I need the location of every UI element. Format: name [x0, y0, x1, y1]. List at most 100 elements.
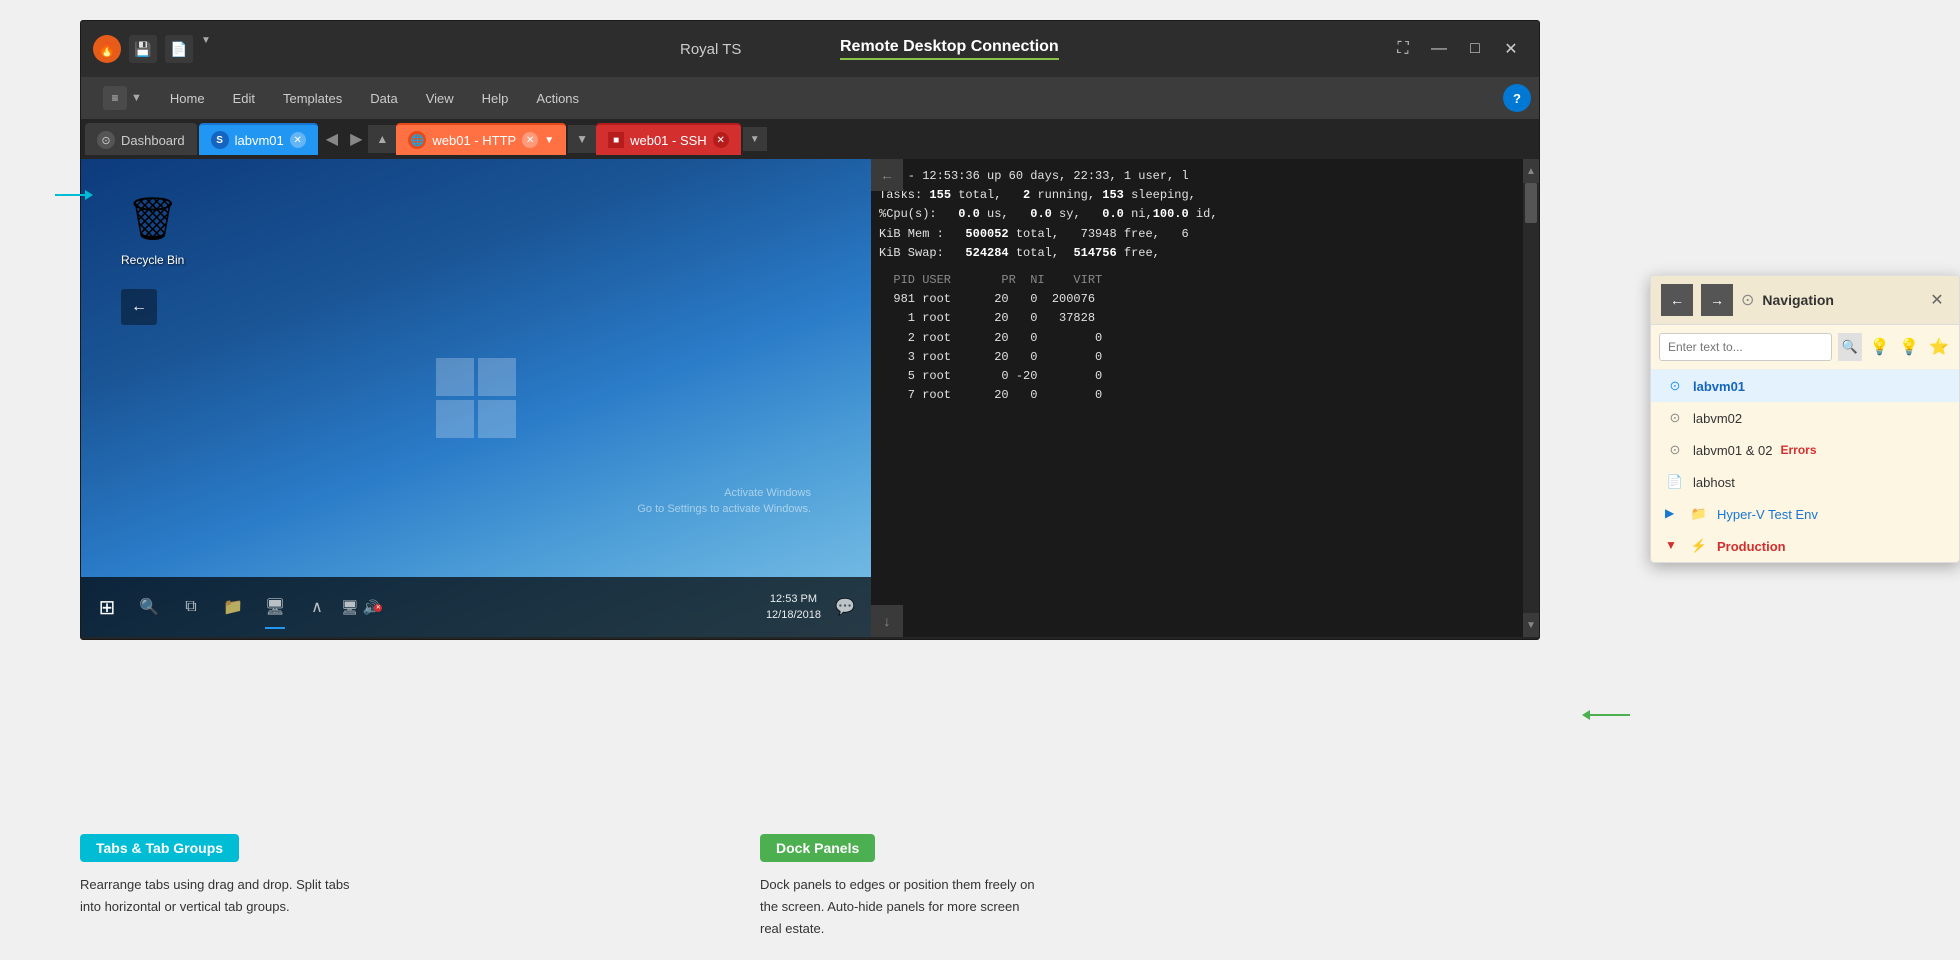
term-row-5: 5 root 0 -20 0	[879, 367, 1531, 386]
tab-web01-http-close[interactable]: ✕	[522, 132, 538, 148]
tab-web01-ssh-close[interactable]: ✕	[713, 132, 729, 148]
nav-item-production[interactable]: ▼ ⚡ Production	[1651, 530, 1959, 562]
nav-close-button[interactable]: ✕	[1925, 288, 1949, 312]
nav-item-labvm01[interactable]: ⊙ labvm01	[1651, 370, 1959, 402]
tabs-annotation-text: Rearrange tabs using drag and drop. Spli…	[80, 874, 360, 918]
tabs-annotation-tag: Tabs & Tab Groups	[80, 834, 239, 862]
tab-labvm01-label: labvm01	[235, 133, 284, 148]
nav-panel-header: ← → ⊙ Navigation ✕	[1651, 276, 1959, 325]
dock-annotation-arrow	[1582, 710, 1630, 720]
tab-labvm01-close[interactable]: ✕	[290, 132, 306, 148]
nav-bulb-off-button[interactable]: 💡	[1898, 333, 1922, 361]
back-button[interactable]: ←	[121, 289, 157, 325]
save-button[interactable]: 💾	[129, 35, 157, 63]
scroll-down-btn[interactable]: ▼	[568, 125, 596, 153]
close-button[interactable]: ✕	[1495, 35, 1527, 63]
menu-notebook-icon[interactable]: ≡ ▼	[89, 80, 156, 116]
dropdown-arrow[interactable]: ▼	[201, 35, 221, 63]
taskbar-task-view[interactable]: ⧉	[173, 589, 209, 625]
menu-data[interactable]: Data	[356, 85, 411, 112]
notification-center[interactable]: 💬	[827, 589, 863, 625]
nav-next-button[interactable]: →	[1701, 284, 1733, 316]
nav-search-input[interactable]	[1659, 333, 1832, 361]
nav-search-button[interactable]: 🔍	[1838, 333, 1862, 361]
taskbar-explorer[interactable]: 📁	[215, 589, 251, 625]
scroll-down-btn2[interactable]: ▼	[1523, 613, 1539, 637]
nav-item-labvm02[interactable]: ⊙ labvm02	[1651, 402, 1959, 434]
panel-nav-left[interactable]: ←	[871, 159, 903, 191]
menu-templates[interactable]: Templates	[269, 85, 356, 112]
recycle-bin[interactable]: 🗑 Recycle Bin	[121, 189, 184, 267]
scroll-up-btn[interactable]: ▲	[368, 125, 396, 153]
dashboard-icon: ⊙	[97, 131, 115, 149]
tabs-dropdown-btn[interactable]: ▼	[743, 127, 767, 151]
systray-network[interactable]: 🖥	[341, 599, 359, 616]
windows-logo-watermark	[436, 358, 516, 438]
app-icon: 🔥	[93, 35, 121, 63]
hyper-v-expand-icon: ▶	[1665, 506, 1681, 522]
tab-nav-prev[interactable]: ◀	[320, 129, 344, 149]
app-title: Royal TS	[680, 41, 741, 58]
dock-annotation-text: Dock panels to edges or position them fr…	[760, 874, 1040, 940]
recycle-bin-icon: 🗑	[123, 189, 183, 249]
menu-view[interactable]: View	[412, 85, 468, 112]
nav-item-labvm01-02[interactable]: ⊙ labvm01 & 02 Errors	[1651, 434, 1959, 466]
term-header-row: PID USER PR NI VIRT	[879, 271, 1531, 290]
scroll-track	[1523, 183, 1539, 613]
labvm01-icon: S	[211, 131, 229, 149]
scroll-up-btn[interactable]: ▲	[1523, 159, 1539, 183]
tab-web01-http[interactable]: 🌐 web01 - HTTP ✕ ▼	[396, 123, 566, 155]
document-button[interactable]: 📄	[165, 35, 193, 63]
taskbar-search[interactable]: 🔍	[131, 589, 167, 625]
term-row-1: 981 root 20 0 200076	[879, 290, 1531, 309]
nav-labhost-icon: 📄	[1665, 472, 1685, 492]
nav-prev-button[interactable]: ←	[1661, 284, 1693, 316]
tab-web01-ssh[interactable]: ■ web01 - SSH ✕	[596, 123, 741, 155]
nav-labvm01-label: labvm01	[1693, 379, 1745, 394]
nav-labvm01-02-label: labvm01 & 02	[1693, 443, 1773, 458]
panel-nav-down[interactable]: ↓	[871, 605, 903, 637]
term-row-2: 1 root 20 0 37828	[879, 309, 1531, 328]
tab-web01-http-dropdown[interactable]: ▼	[544, 135, 554, 146]
term-line-3: %Cpu(s): 0.0 us, 0.0 sy, 0.0 ni,100.0 id…	[879, 205, 1531, 224]
start-button[interactable]: ⊞	[89, 589, 125, 625]
nav-labvm01-02-error: Errors	[1781, 443, 1817, 457]
help-button[interactable]: ?	[1503, 84, 1531, 112]
nav-labvm01-icon: ⊙	[1665, 376, 1685, 396]
nav-labvm02-label: labvm02	[1693, 411, 1742, 426]
minimize-button[interactable]: —	[1423, 35, 1455, 63]
tab-dashboard[interactable]: ⊙ Dashboard	[85, 123, 197, 155]
menu-actions[interactable]: Actions	[522, 85, 593, 112]
tabs-bar: ⊙ Dashboard S labvm01 ✕ ◀ ▶ ▲ 🌐 web01 - …	[81, 119, 1539, 159]
web01-http-icon: 🌐	[408, 131, 426, 149]
systray: 🖥 🔊 ✕	[341, 599, 380, 616]
nav-item-labhost[interactable]: 📄 labhost	[1651, 466, 1959, 498]
menu-home[interactable]: Home	[156, 85, 219, 112]
dock-annotation-tag: Dock Panels	[760, 834, 875, 862]
menu-help[interactable]: Help	[468, 85, 523, 112]
menu-edit[interactable]: Edit	[219, 85, 269, 112]
menu-bar: ≡ ▼ Home Edit Templates Data View Help A…	[81, 77, 1539, 119]
tabs-annotation-block: Tabs & Tab Groups Rearrange tabs using d…	[80, 834, 360, 940]
wallpaper	[81, 159, 871, 637]
volume-mute-icon: ✕	[374, 604, 382, 612]
production-expand-icon: ▼	[1665, 538, 1681, 554]
scroll-thumb[interactable]	[1525, 183, 1537, 223]
ssh-panel: ← ↓ top - 12:53:36 up 60 days, 22:33, 1 …	[871, 159, 1539, 637]
maximize-button[interactable]: □	[1459, 35, 1491, 63]
nav-panel-title: Navigation	[1762, 292, 1917, 308]
taskbar-rdp[interactable]: 🖥	[257, 589, 293, 625]
nav-star-button[interactable]: ⭐	[1927, 333, 1951, 361]
systray-volume[interactable]: 🔊 ✕	[363, 599, 380, 616]
nav-labhost-label: labhost	[1693, 475, 1735, 490]
panel-nav-top: ←	[871, 159, 903, 191]
activate-watermark: Activate Windows Go to Settings to activ…	[637, 486, 811, 517]
nav-labvm01-02-icon: ⊙	[1665, 440, 1685, 460]
tab-nav-next[interactable]: ▶	[344, 129, 368, 149]
nav-bulb-on-button[interactable]: 💡	[1868, 333, 1892, 361]
tab-labvm01[interactable]: S labvm01 ✕	[199, 123, 318, 155]
fullscreen-button[interactable]: ⛶	[1387, 35, 1419, 63]
dock-annotation-block: Dock Panels Dock panels to edges or posi…	[760, 834, 1040, 940]
taskbar-chevron[interactable]: ∧	[299, 589, 335, 625]
nav-item-hyper-v[interactable]: ▶ 📁 Hyper-V Test Env	[1651, 498, 1959, 530]
